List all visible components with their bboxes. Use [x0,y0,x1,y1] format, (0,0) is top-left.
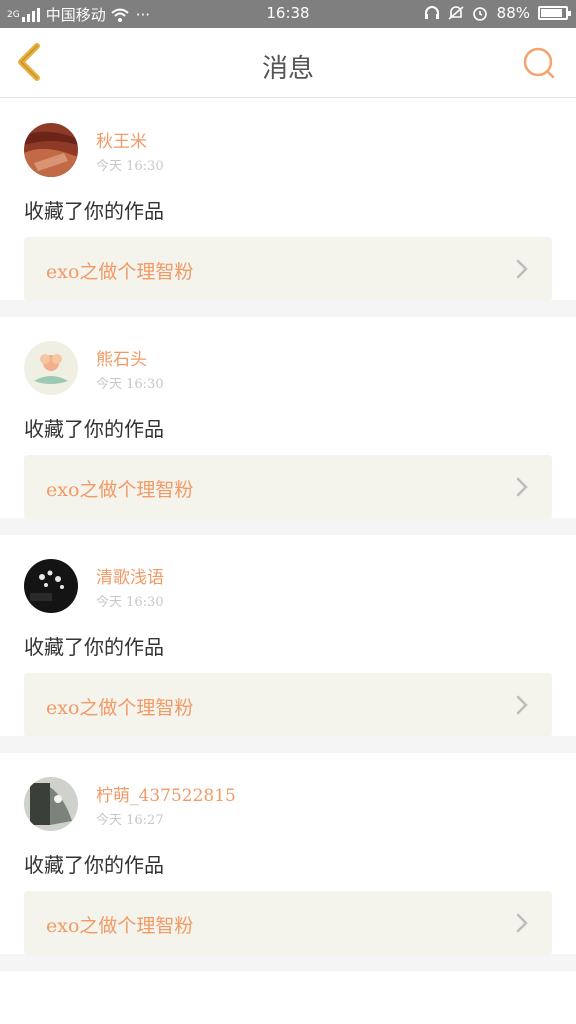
avatar[interactable] [24,123,78,177]
message-time: 今天 16:30 [96,159,164,174]
work-link[interactable]: exo之做个理智粉 [24,237,552,301]
user-name[interactable]: 清歌浅语 [96,563,164,588]
message-list: 秋王米 今天 16:30 收藏了你的作品 exo之做个理智粉 熊石头 今天 16… [0,99,576,971]
mute-icon [448,6,464,20]
message-action: 收藏了你的作品 [24,417,164,441]
avatar[interactable] [24,559,78,613]
nav-bar: 消息 [0,28,576,98]
status-bar: 2G 中国移动 ··· 16:38 88% [0,0,576,28]
headset-icon [424,6,439,19]
work-link[interactable]: exo之做个理智粉 [24,673,552,737]
battery-percent: 88% [496,4,530,22]
avatar[interactable] [24,777,78,831]
search-icon[interactable] [522,46,556,80]
page-title: 消息 [261,54,314,84]
work-title: exo之做个理智粉 [46,261,194,283]
work-title: exo之做个理智粉 [46,697,194,719]
user-name[interactable]: 柠萌_437522815 [96,781,236,806]
chevron-right-icon [516,477,528,497]
chevron-right-icon [516,259,528,279]
message-item: 熊石头 今天 16:30 收藏了你的作品 exo之做个理智粉 [0,317,576,535]
user-name[interactable]: 熊石头 [96,345,147,370]
message-time: 今天 16:27 [96,813,164,828]
message-item: 柠萌_437522815 今天 16:27 收藏了你的作品 exo之做个理智粉 [0,753,576,971]
message-time: 今天 16:30 [96,377,164,392]
message-item: 清歌浅语 今天 16:30 收藏了你的作品 exo之做个理智粉 [0,535,576,753]
message-action: 收藏了你的作品 [24,853,164,877]
chevron-left-icon[interactable] [12,42,52,82]
chevron-right-icon [516,695,528,715]
message-item: 秋王米 今天 16:30 收藏了你的作品 exo之做个理智粉 [0,99,576,317]
chevron-right-icon [516,913,528,933]
work-link[interactable]: exo之做个理智粉 [24,455,552,519]
work-title: exo之做个理智粉 [46,915,194,937]
status-right: 88% [423,4,571,22]
user-name[interactable]: 秋王米 [96,127,147,152]
message-time: 今天 16:30 [96,595,164,610]
avatar[interactable] [24,341,78,395]
message-action: 收藏了你的作品 [24,635,164,659]
alarm-icon [472,7,487,21]
work-title: exo之做个理智粉 [46,479,194,501]
battery-icon [538,6,571,20]
work-link[interactable]: exo之做个理智粉 [24,891,552,955]
message-action: 收藏了你的作品 [24,199,164,223]
